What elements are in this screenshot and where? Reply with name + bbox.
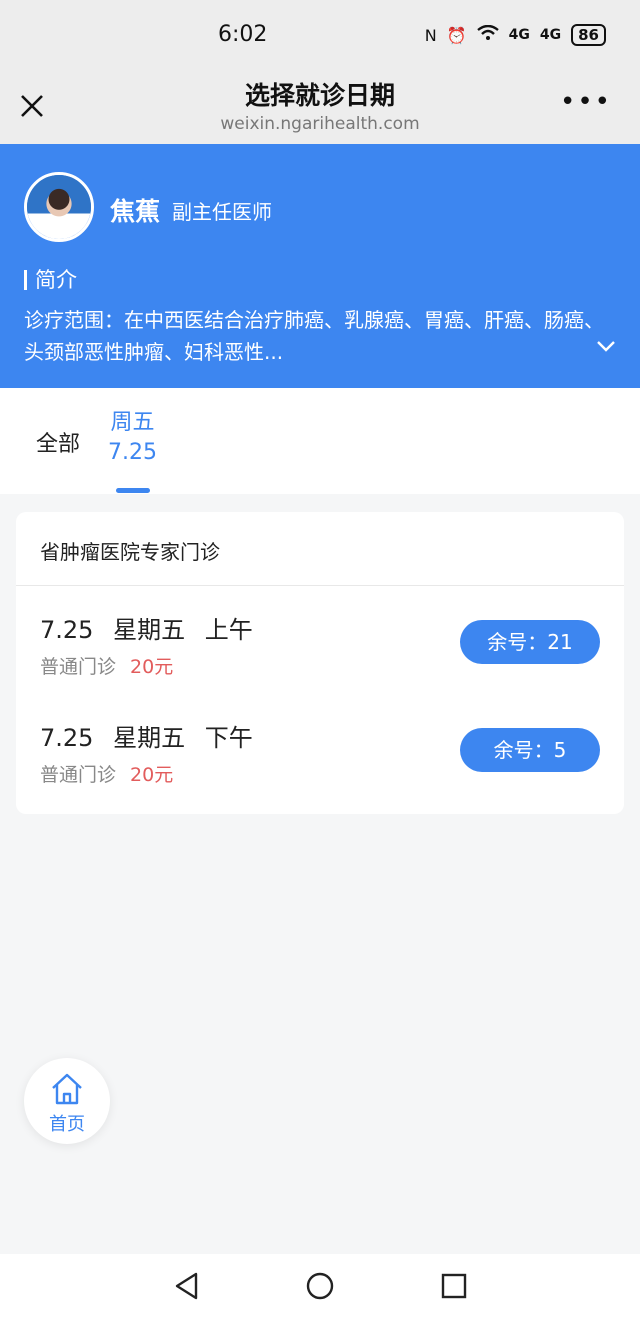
doctor-header: 焦蕉 副主任医师 简介 诊疗范围：在中西医结合治疗肺癌、乳腺癌、胃癌、肝癌、肠癌…	[0, 144, 640, 388]
tab-all[interactable]: 全部	[36, 426, 80, 458]
slot-price: 20元	[130, 656, 174, 678]
wifi-icon	[476, 24, 499, 45]
home-label: 首页	[49, 1114, 85, 1135]
alarm-icon: ⏰	[446, 25, 467, 45]
slot-date: 7.25	[40, 724, 94, 752]
tab-friday-date: 7.25	[108, 440, 157, 465]
intro-text: 诊疗范围：在中西医结合治疗肺癌、乳腺癌、胃癌、肝癌、肠癌、头颈部恶性肿瘤、妇科恶…	[24, 308, 604, 364]
signal-icon-1: 4G	[508, 27, 530, 43]
status-time: 6:02	[218, 22, 268, 47]
schedule-card: 省肿瘤医院专家门诊 7.25 星期五 上午 普通门诊 20元 余号：21 7.25…	[16, 512, 624, 814]
tab-indicator	[116, 488, 150, 493]
doctor-title: 副主任医师	[172, 200, 272, 224]
recents-icon[interactable]	[439, 1271, 469, 1301]
home-circle-icon[interactable]	[305, 1271, 335, 1301]
intro-heading: 简介	[24, 264, 77, 294]
slot-datetime: 7.25 星期五 上午	[40, 610, 253, 645]
tab-friday[interactable]: 周五 7.25	[108, 408, 157, 468]
slot-info: 普通门诊 20元	[40, 652, 173, 679]
system-nav-bar	[0, 1254, 640, 1320]
slot-row[interactable]: 7.25 星期五 上午 普通门诊 20元 余号：21	[16, 610, 624, 710]
page-title: 选择就诊日期	[244, 81, 395, 110]
remaining-button[interactable]: 余号：5	[460, 728, 600, 772]
page-url: weixin.ngarihealth.com	[220, 114, 420, 134]
date-tabs: 全部 周五 7.25	[0, 388, 640, 494]
slot-info: 普通门诊 20元	[40, 760, 173, 787]
back-icon[interactable]	[172, 1271, 202, 1301]
slot-date: 7.25	[40, 616, 94, 644]
nav-bar: 选择就诊日期 weixin.ngarihealth.com •••	[0, 72, 640, 144]
clinic-name: 省肿瘤医院专家门诊	[40, 540, 220, 564]
slot-type: 普通门诊	[40, 656, 117, 678]
slot-row[interactable]: 7.25 星期五 下午 普通门诊 20元 余号：5	[16, 718, 624, 818]
status-icons: N ⏰ 4G 4G 86	[425, 24, 606, 46]
avatar	[24, 172, 94, 242]
slot-type: 普通门诊	[40, 764, 117, 786]
slot-period: 下午	[204, 724, 253, 752]
chevron-down-icon[interactable]	[596, 340, 616, 352]
slot-price: 20元	[130, 764, 174, 786]
battery-icon: 86	[571, 24, 606, 46]
slot-weekday: 星期五	[113, 616, 186, 644]
slot-weekday: 星期五	[113, 724, 186, 752]
tab-friday-day: 周五	[110, 410, 155, 435]
more-icon[interactable]: •••	[560, 89, 612, 115]
doctor-name: 焦蕉	[110, 197, 161, 226]
slot-datetime: 7.25 星期五 下午	[40, 718, 253, 753]
home-button[interactable]: 首页	[24, 1058, 110, 1144]
slot-period: 上午	[204, 616, 253, 644]
remaining-button[interactable]: 余号：21	[460, 620, 600, 664]
signal-icon-2: 4G	[539, 27, 562, 43]
divider	[16, 585, 624, 586]
nfc-icon: N	[424, 25, 437, 45]
home-icon	[52, 1073, 82, 1105]
status-bar: 6:02 N ⏰ 4G 4G 86	[0, 0, 640, 72]
intro-heading-label: 简介	[35, 268, 77, 292]
